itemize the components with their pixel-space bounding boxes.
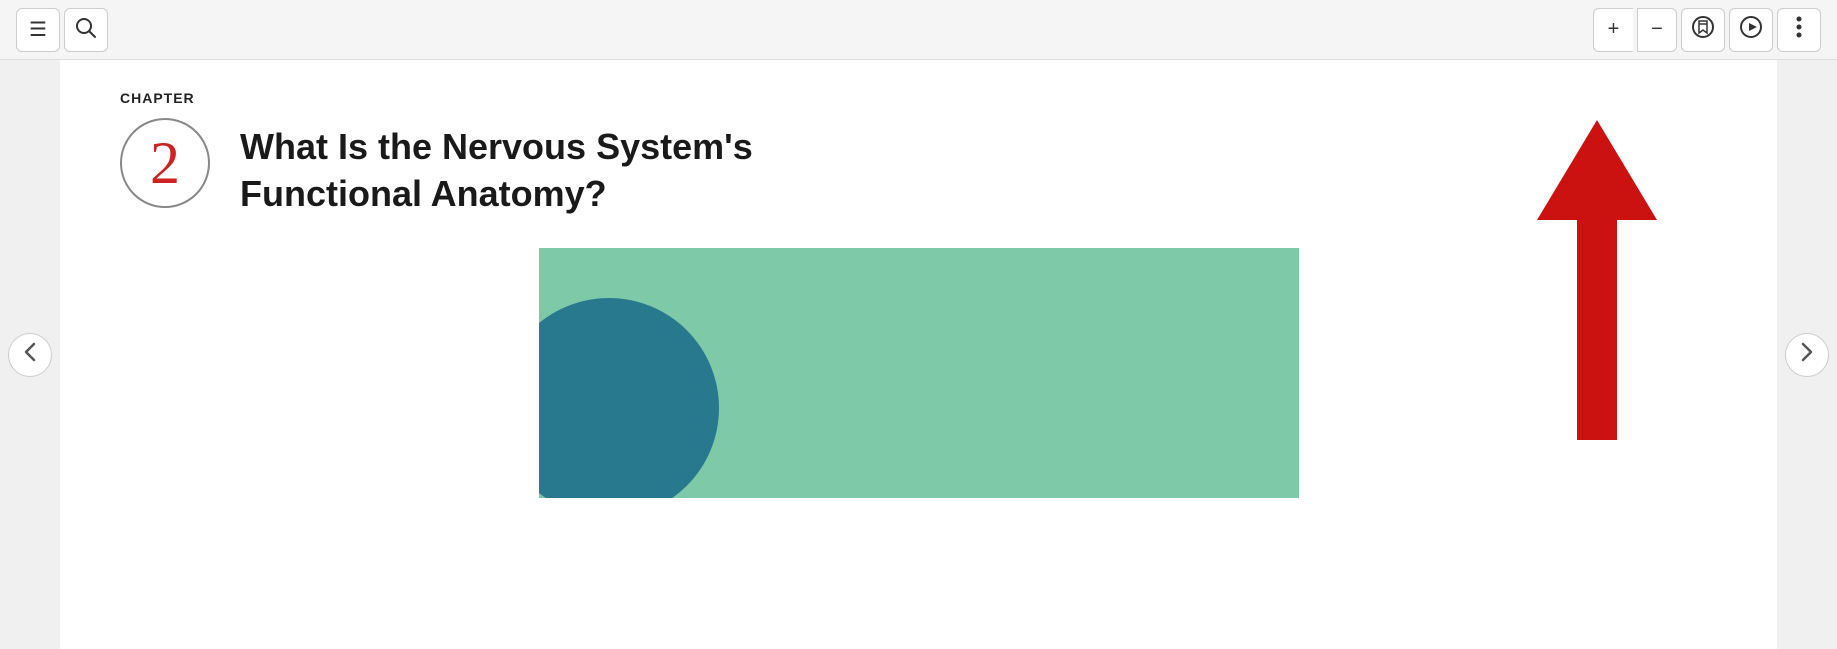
chapter-image [539, 248, 1299, 498]
menu-button[interactable]: ☰ [16, 8, 60, 52]
chapter-number: 2 [150, 133, 180, 193]
right-arrow-icon [1800, 342, 1814, 367]
bookmark-button[interactable] [1681, 8, 1725, 52]
image-background [539, 248, 1299, 498]
search-icon [75, 17, 97, 43]
zoom-group: + − [1593, 8, 1677, 52]
left-nav [0, 60, 60, 649]
zoom-in-button[interactable]: + [1593, 8, 1633, 52]
main-area: CHAPTER 2 What Is the Nervous System's F… [0, 60, 1837, 649]
chapter-title: What Is the Nervous System's Functional … [240, 114, 890, 218]
play-button[interactable] [1729, 8, 1773, 52]
more-icon [1796, 16, 1802, 44]
prev-page-button[interactable] [8, 333, 52, 377]
left-arrow-icon [23, 342, 37, 367]
zoom-out-button[interactable]: − [1637, 8, 1677, 52]
menu-icon: ☰ [29, 20, 47, 40]
toolbar-right: + − [1593, 8, 1821, 52]
next-page-button[interactable] [1785, 333, 1829, 377]
toolbar: ☰ + − [0, 0, 1837, 60]
chapter-header: 2 What Is the Nervous System's Functiona… [120, 114, 1717, 218]
page-content: CHAPTER 2 What Is the Nervous System's F… [60, 60, 1777, 649]
more-button[interactable] [1777, 8, 1821, 52]
play-icon [1740, 16, 1762, 44]
chapter-label: CHAPTER [120, 90, 1717, 106]
bookmark-icon [1691, 15, 1715, 45]
toolbar-left: ☰ [16, 8, 108, 52]
image-circle-overlay [539, 298, 719, 498]
right-nav [1777, 60, 1837, 649]
chapter-number-circle: 2 [120, 118, 210, 208]
search-button[interactable] [64, 8, 108, 52]
